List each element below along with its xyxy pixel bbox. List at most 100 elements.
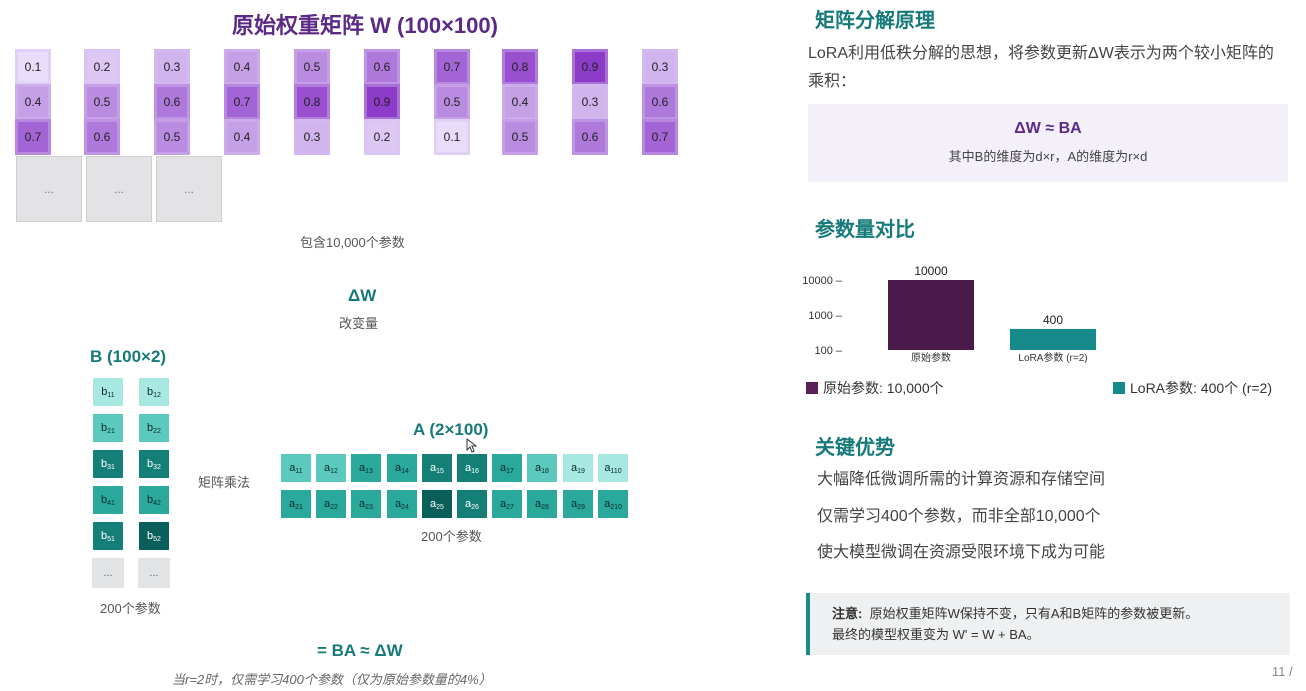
legend-lora-label: LoRA参数: 400个 (r=2) [1130, 380, 1272, 396]
a-matrix-cell: a 12 [315, 453, 347, 483]
b-matrix-cell: b 11 [92, 377, 124, 407]
note-text: 原始权重矩阵W保持不变，只有A和B矩阵的参数被更新。 [869, 606, 1199, 621]
legend-original: 原始参数: 10,000个 [806, 378, 944, 398]
principle-heading: 矩阵分解原理 [815, 10, 935, 32]
w-matrix-ellipsis-cell: ... [156, 156, 222, 222]
footnote: 当r=2时，仅需学习400个参数（仅为原始参数量的4%） [172, 672, 492, 687]
mouse-cursor-icon [466, 438, 478, 453]
bar-value-label: 10000 [914, 264, 948, 278]
b-matrix-cell: b 41 [92, 485, 124, 515]
b-matrix-ellipsis-cell: ... [92, 558, 124, 588]
a-matrix-cell: a 210 [597, 489, 629, 519]
b-matrix-cell: b 31 [92, 449, 124, 479]
w-matrix-cell: 0.3 [575, 87, 605, 117]
advantage-item-1: 大幅降低微调所需的计算资源和存储空间 [817, 471, 1106, 488]
b-matrix-title: B (100×2) [90, 347, 167, 366]
b-matrix-caption: 200个参数 [100, 601, 161, 616]
a-matrix-cell: a 27 [491, 489, 523, 519]
a-matrix-cell: a 26 [456, 489, 488, 519]
b-matrix-cell: b 21 [92, 413, 124, 443]
y-tick-label: 10000 – [802, 275, 843, 287]
advantage-item-2: 仅需学习400个参数，而非全部10,000个 [817, 508, 1101, 525]
multiply-label: 矩阵乘法 [198, 475, 251, 490]
a-matrix-cell: a 18 [526, 453, 558, 483]
delta-w-title: ΔW [348, 286, 377, 305]
w-matrix-cell: 0.6 [87, 122, 117, 152]
w-matrix-cell: 0.3 [297, 122, 327, 152]
a-matrix-cell: a 21 [280, 489, 312, 519]
formula-sub: 其中B的维度为d×r，A的维度为r×d [948, 149, 1148, 164]
a-matrix-cell: a 11 [280, 453, 312, 483]
w-matrix-cell: 0.8 [505, 52, 535, 82]
b-matrix-cell: b 51 [92, 521, 124, 551]
w-matrix-cell: 0.2 [367, 122, 397, 152]
principle-text: LoRA利用低秩分解的思想，将参数更新ΔW表示为两个较小矩阵的乘积： [808, 45, 1274, 90]
a-matrix-cell: a 24 [386, 489, 418, 519]
y-tick-label: 1000 – [808, 310, 843, 322]
w-matrix-cell: 0.4 [227, 122, 257, 152]
a-matrix-title: A (2×100) [413, 420, 489, 439]
a-matrix-cell: a 23 [350, 489, 382, 519]
bar-lora [1010, 328, 1096, 350]
w-matrix-cell: 0.7 [437, 52, 467, 82]
w-matrix-cell: 0.5 [297, 52, 327, 82]
w-matrix-cell: 0.7 [645, 122, 675, 152]
note-label: 注意: [832, 606, 863, 621]
w-matrix-caption: 包含10,000个参数 [300, 235, 405, 250]
delta-w-caption: 改变量 [339, 316, 379, 331]
w-matrix-cell: 0.4 [227, 52, 257, 82]
a-matrix-cell: a 14 [386, 453, 418, 483]
w-matrix-cell: 0.7 [227, 87, 257, 117]
w-matrix-cell: 0.5 [437, 87, 467, 117]
w-matrix-cell: 0.3 [157, 52, 187, 82]
a-matrix-cell: a 17 [491, 453, 523, 483]
legend-original-swatch [806, 382, 818, 394]
a-matrix-cell: a 16 [456, 453, 488, 483]
w-matrix-cell: 0.1 [437, 122, 467, 152]
w-matrix-cell: 0.5 [87, 87, 117, 117]
formula-box: ΔW ≈ BA 其中B的维度为d×r，A的维度为r×d [808, 104, 1288, 182]
a-matrix-cell: a 19 [562, 453, 594, 483]
a-matrix-cell: a 13 [350, 453, 382, 483]
w-matrix-cell: 0.8 [297, 87, 327, 117]
bar-category-label: 原始参数 [911, 351, 951, 364]
b-matrix-cell: b 42 [138, 485, 170, 515]
formula: ΔW ≈ BA [1014, 120, 1082, 137]
note-text-2: 最终的模型权重变为 W' = W + BA。 [832, 627, 1040, 642]
bar-original [888, 280, 974, 350]
w-matrix-title: 原始权重矩阵 W (100×100) [232, 13, 498, 38]
advantage-heading: 关键优势 [815, 437, 895, 459]
b-matrix-ellipsis-cell: ... [138, 558, 170, 588]
b-matrix-cell: b 22 [138, 413, 170, 443]
w-matrix-cell: 0.5 [505, 122, 535, 152]
b-matrix-cell: b 32 [138, 449, 170, 479]
legend-lora-swatch [1113, 382, 1125, 394]
w-matrix-cell: 0.3 [645, 52, 675, 82]
w-matrix-cell: 0.4 [18, 87, 48, 117]
note-box: 注意: 原始权重矩阵W保持不变，只有A和B矩阵的参数被更新。 最终的模型权重变为… [806, 593, 1290, 655]
b-matrix-cell: b 12 [138, 377, 170, 407]
y-tick-label: 100 – [814, 345, 842, 357]
page-number: 11 / [1272, 664, 1293, 679]
w-matrix-cell: 0.6 [367, 52, 397, 82]
a-matrix-caption: 200个参数 [421, 529, 482, 544]
w-matrix-cell: 0.7 [18, 122, 48, 152]
a-matrix-cell: a 28 [526, 489, 558, 519]
compare-heading: 参数量对比 [815, 219, 915, 241]
w-matrix-ellipsis-cell: ... [16, 156, 82, 222]
w-matrix-ellipsis-cell: ... [86, 156, 152, 222]
w-matrix-cell: 0.6 [575, 122, 605, 152]
w-matrix-cell: 0.1 [18, 52, 48, 82]
bar-category-label: LoRA参数 (r=2) [1018, 351, 1087, 364]
w-matrix-cell: 0.9 [367, 87, 397, 117]
a-matrix-cell: a 110 [597, 453, 629, 483]
w-matrix-cell: 0.4 [505, 87, 535, 117]
result-formula: = BA ≈ ΔW [317, 641, 403, 660]
w-matrix-cell: 0.9 [575, 52, 605, 82]
legend-original-label: 原始参数: 10,000个 [823, 380, 944, 396]
w-matrix-cell: 0.6 [645, 87, 675, 117]
a-matrix-cell: a 15 [421, 453, 453, 483]
w-matrix-cell: 0.6 [157, 87, 187, 117]
bar-value-label: 400 [1043, 313, 1063, 327]
advantage-item-3: 使大模型微调在资源受限环境下成为可能 [817, 544, 1106, 561]
